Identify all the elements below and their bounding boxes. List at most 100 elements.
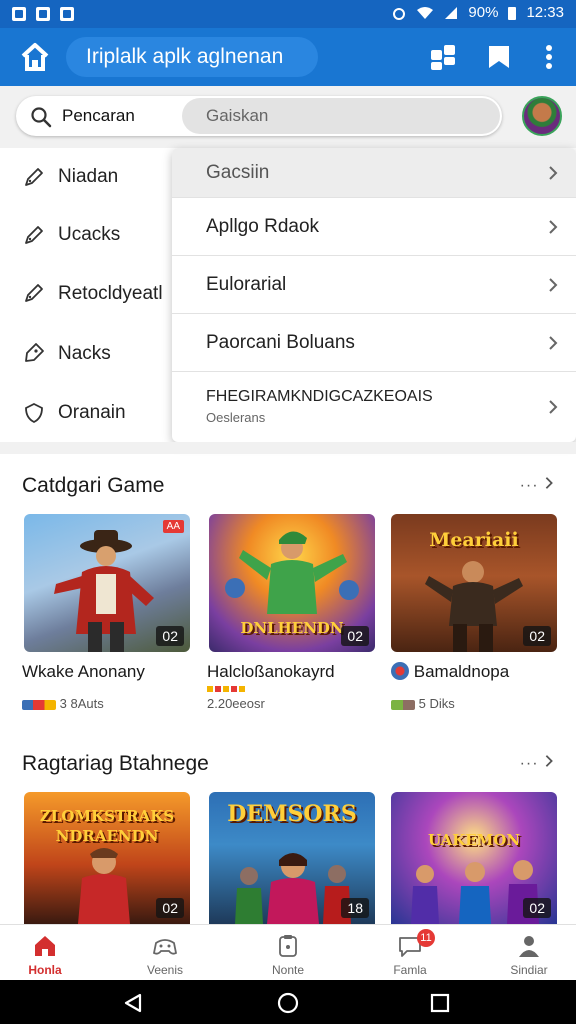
- nav-notes[interactable]: Nonte: [243, 925, 333, 981]
- recents-icon[interactable]: [430, 993, 450, 1013]
- dropdown-item-label: Paorcani Boluans: [206, 332, 355, 353]
- card-badge: 02: [341, 626, 369, 646]
- game-card-meta-text: 2.20eeosr: [207, 696, 265, 711]
- chevron-right-icon: [545, 755, 553, 767]
- dropdown-item[interactable]: Apllgo Rdaok: [172, 198, 576, 256]
- search-icon: [31, 107, 52, 128]
- extensions-button[interactable]: [428, 42, 458, 72]
- dropdown-item-label: FHEGIRAMKNDIGCAZKEOAIS: [206, 388, 433, 405]
- section-more-button[interactable]: ···: [520, 754, 554, 773]
- game-card-title[interactable]: Wkake Anonany: [22, 662, 145, 682]
- game-card-title[interactable]: Halcloßanokayrd: [207, 662, 335, 682]
- dropdown-item[interactable]: Eulorarial: [172, 256, 576, 314]
- battery-icon: [508, 6, 517, 20]
- section-title: Catdgari Game: [22, 474, 165, 497]
- nav-label: Veenis: [146, 963, 184, 977]
- more-label: ···: [519, 755, 539, 772]
- search-box[interactable]: Pencaran: [16, 96, 502, 136]
- notification-icon: [36, 7, 50, 21]
- bookmark-icon: [489, 46, 509, 68]
- side-menu-label: Oranain: [58, 402, 126, 423]
- dropdown-item-sublabel: Oeslerans: [206, 410, 266, 425]
- home-button[interactable]: [18, 40, 52, 74]
- dropdown-item[interactable]: Gacsiin: [172, 148, 576, 198]
- chevron-right-icon: [549, 220, 558, 234]
- game-card-title[interactable]: Bamaldnopa: [391, 662, 509, 682]
- side-menu-item[interactable]: Ucacks: [0, 206, 200, 264]
- search-row: Pencaran: [0, 86, 576, 148]
- signal-icon: [445, 6, 458, 19]
- game-card-title-text: Bamaldnopa: [413, 662, 510, 681]
- app-title[interactable]: Iriplalk aplk aglnenan: [66, 37, 318, 77]
- game-logo-icon: [391, 662, 409, 680]
- dropdown-item[interactable]: FHEGIRAMKNDIGCAZKEOAIS Oeslerans: [172, 372, 576, 442]
- game-card-image[interactable]: DNLHENDN 02: [209, 514, 375, 652]
- notification-icon: [12, 7, 26, 21]
- nav-label: Sindiar: [510, 963, 548, 977]
- game-card-image[interactable]: DEMSORS 18: [209, 792, 375, 924]
- tag-icon: [25, 343, 44, 362]
- notification-badge: 11: [417, 929, 435, 947]
- bottom-navigation: Honla Veenis Nonte 11 Famla Sindiar: [0, 924, 576, 980]
- card-badge: 02: [523, 626, 551, 646]
- section-more-button[interactable]: ···: [520, 476, 554, 495]
- home-circle-icon[interactable]: [277, 992, 299, 1014]
- avatar[interactable]: [522, 96, 562, 136]
- card-badge: 02: [156, 626, 184, 646]
- side-menu-item[interactable]: Niadan: [0, 148, 200, 206]
- search-input[interactable]: [182, 98, 500, 134]
- game-card-meta: 2.20eeosr: [207, 686, 265, 711]
- side-menu-item[interactable]: Retocldyeatl: [0, 264, 200, 324]
- controller-icon: [152, 939, 178, 955]
- pencil-icon: [25, 168, 43, 186]
- bookmark-button[interactable]: [484, 42, 514, 72]
- notification-icon: [60, 7, 74, 21]
- section-divider: [0, 442, 576, 454]
- side-menu-item[interactable]: Oranain: [0, 384, 200, 442]
- dropdown-item-label: Apllgo Rdaok: [206, 216, 320, 237]
- gamepad-icon: [279, 935, 297, 957]
- side-menu: Niadan Ucacks Retocldyeatl Nacks Oranain: [0, 148, 200, 440]
- chevron-right-icon: [549, 166, 558, 180]
- side-menu-label: Niadan: [58, 166, 119, 187]
- puzzle-icon: [431, 45, 455, 70]
- game-card-image[interactable]: AA 02: [24, 514, 190, 652]
- section-title: Ragtariag Btahnege: [22, 752, 209, 775]
- nav-messages[interactable]: 11 Famla: [365, 925, 455, 981]
- game-card-image[interactable]: Meariaii 02: [391, 514, 557, 652]
- home-icon: [21, 43, 49, 71]
- nav-label: Famla: [393, 963, 427, 977]
- nav-home[interactable]: Honla: [0, 925, 90, 981]
- back-icon[interactable]: [122, 992, 144, 1014]
- dropdown-item-label: Eulorarial: [206, 274, 287, 295]
- chevron-right-icon: [549, 278, 558, 292]
- app-bar: Iriplalk aplk aglnenan: [0, 28, 576, 86]
- search-label: Pencaran: [62, 106, 135, 125]
- card-badge: 18: [341, 898, 369, 918]
- more-options-button[interactable]: [534, 42, 564, 72]
- card-badge: 02: [156, 898, 184, 918]
- pencil-icon: [25, 284, 43, 302]
- game-card-image[interactable]: UAKEMON 02: [391, 792, 557, 924]
- game-card-meta-text: 3 8Auts: [59, 696, 104, 711]
- chevron-right-icon: [549, 336, 558, 350]
- game-card-image[interactable]: ZLOMKSTRAKS NDRAENDN 02: [24, 792, 190, 924]
- dropdown-item[interactable]: Paorcani Boluans: [172, 314, 576, 372]
- game-card-meta-text: 5 Diks: [418, 696, 455, 711]
- side-menu-label: Nacks: [58, 343, 111, 364]
- card-tag: AA: [162, 520, 184, 533]
- shield-icon: [25, 402, 43, 424]
- system-navigation-bar: [0, 980, 576, 1024]
- nav-label: Nonte: [271, 963, 305, 977]
- more-vert-icon: [546, 45, 552, 69]
- side-menu-item[interactable]: Nacks: [0, 324, 200, 384]
- side-menu-label: Retocldyeatl: [58, 283, 163, 304]
- nav-games[interactable]: Veenis: [120, 925, 210, 981]
- nav-profile[interactable]: Sindiar: [484, 925, 574, 981]
- status-bar: 90% 12:33: [0, 0, 576, 28]
- nav-label: Honla: [28, 963, 62, 977]
- dropdown-item-label: Gacsiin: [206, 162, 270, 183]
- alarm-icon: [393, 7, 406, 20]
- more-label: ···: [519, 477, 539, 494]
- home-icon: [35, 936, 55, 956]
